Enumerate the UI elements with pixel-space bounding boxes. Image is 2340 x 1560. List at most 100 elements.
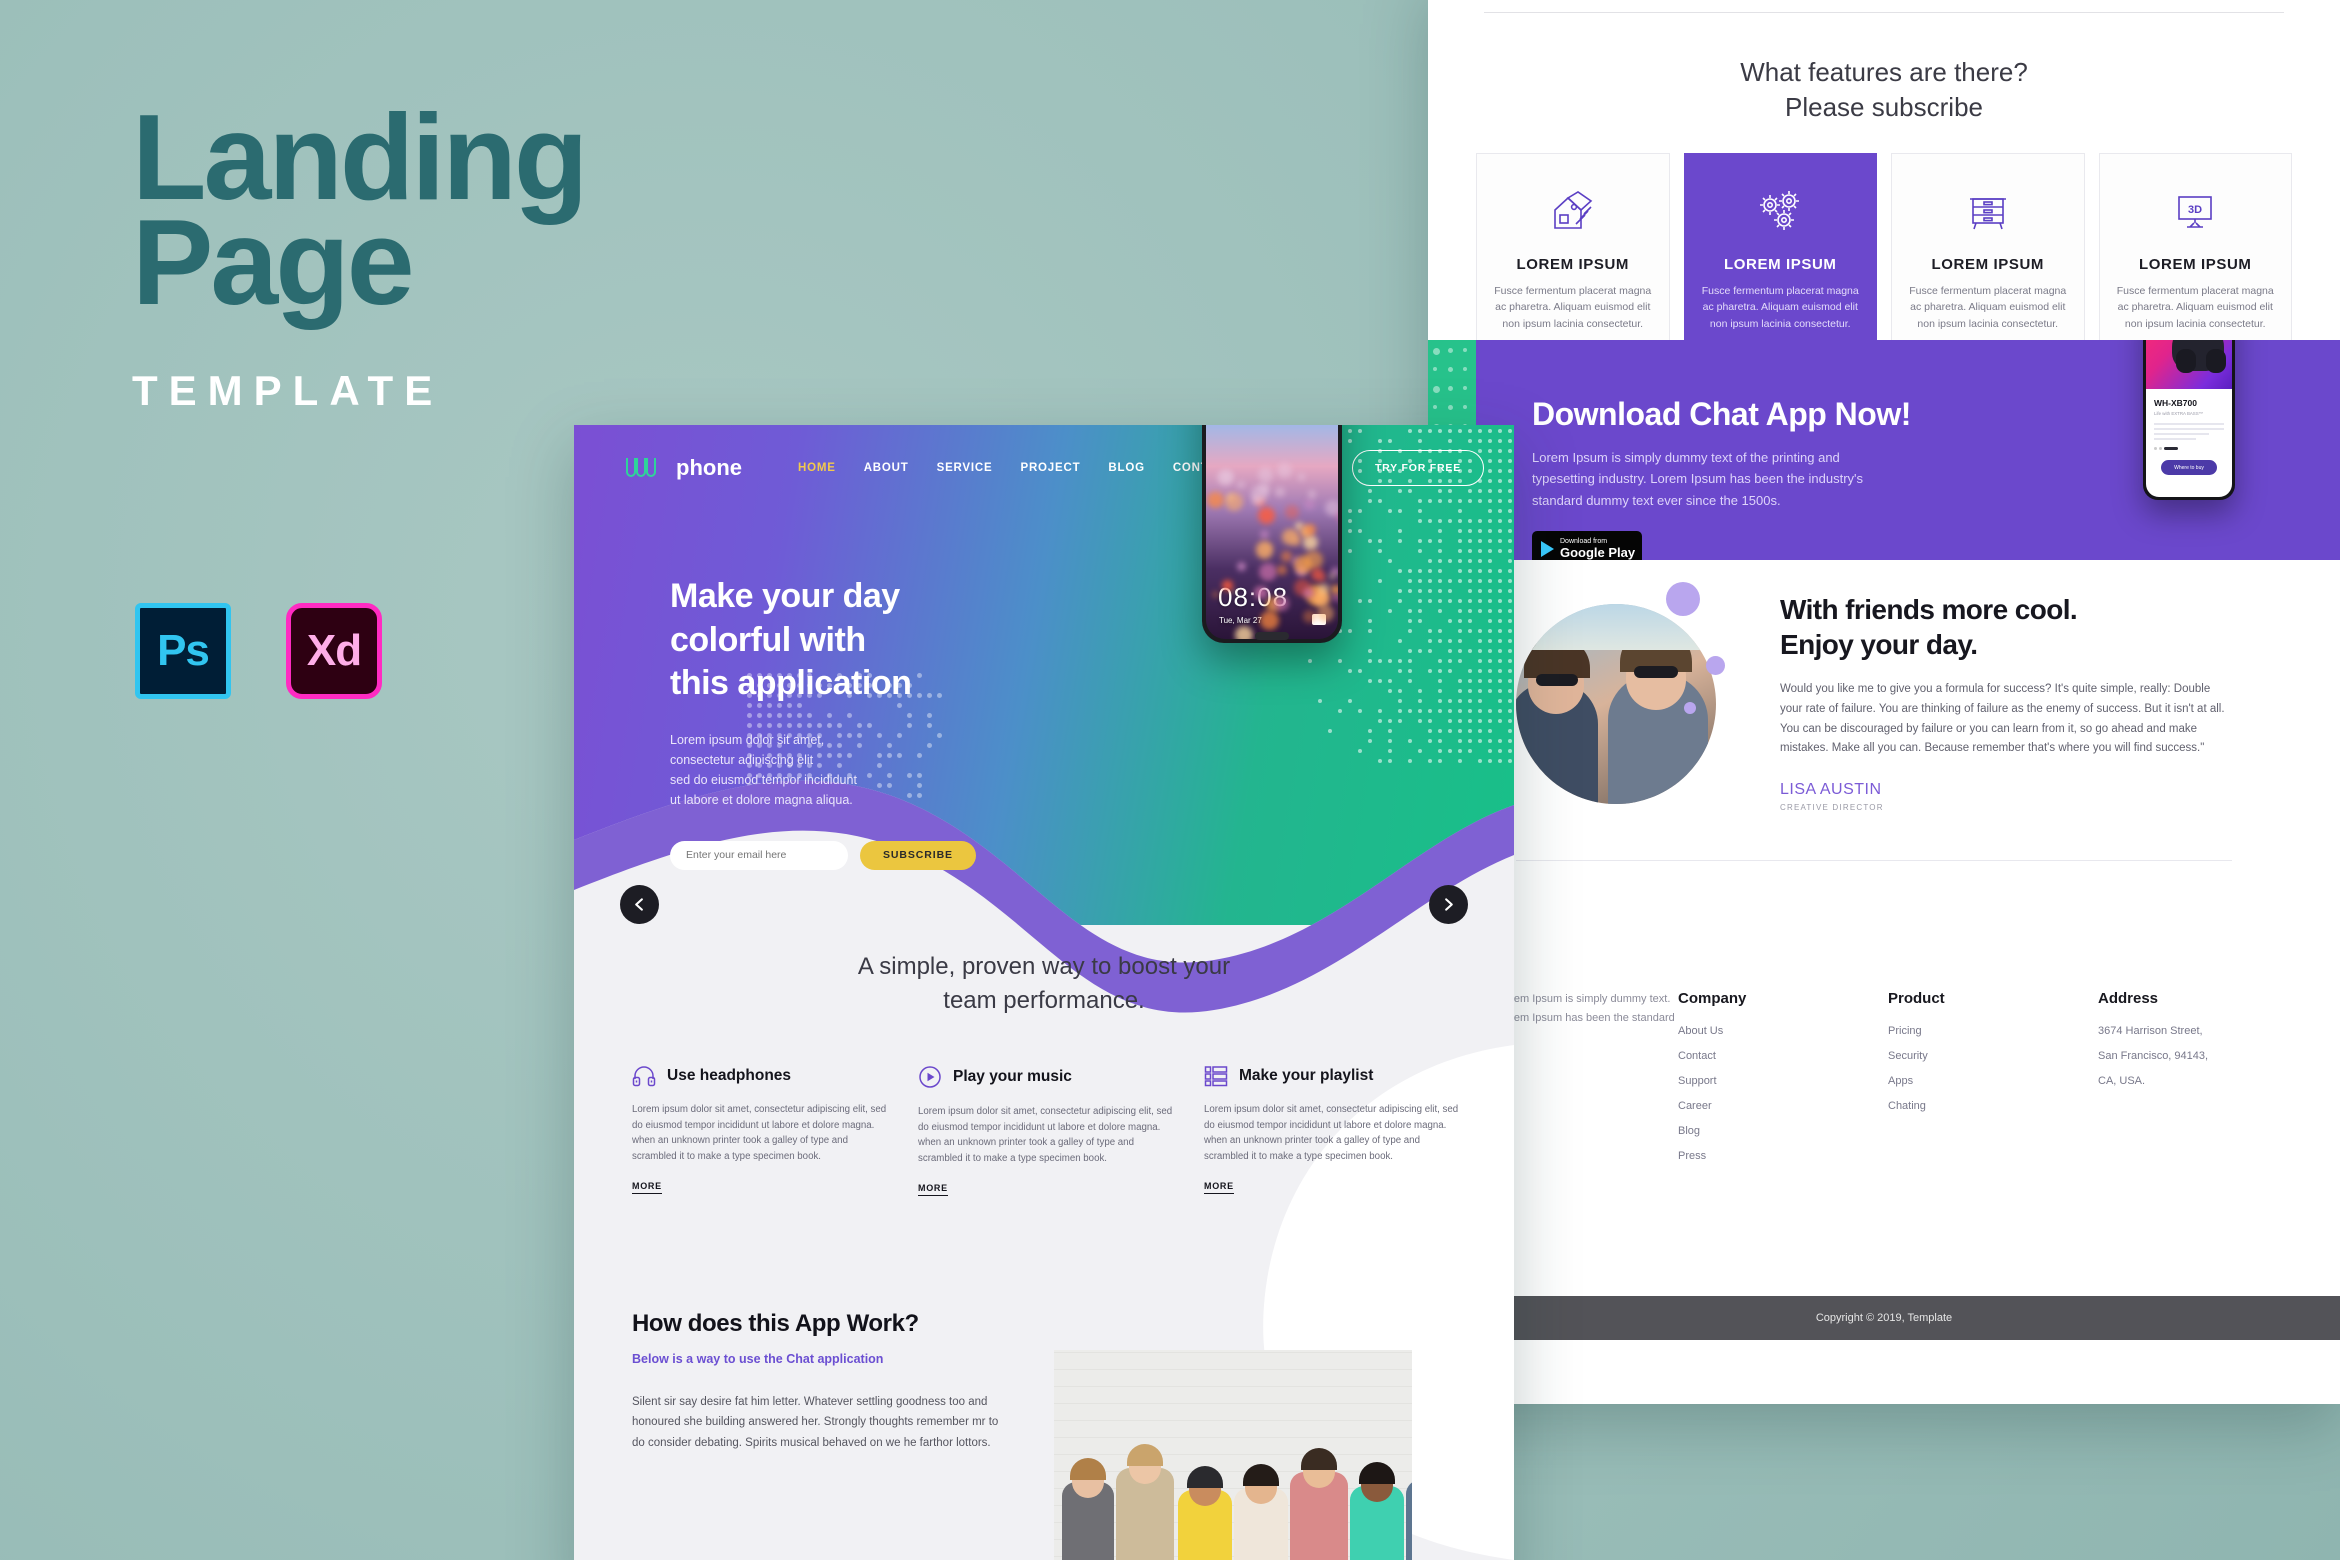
phone-lockscreen-date: Tue, Mar 27 [1219,616,1262,625]
feature-title: Make your playlist [1239,1067,1373,1085]
product-name: WH-XB700 [2154,398,2224,408]
feature-card-title: LOREM IPSUM [2114,256,2278,273]
hero-heading-line1: Make your day [670,577,900,615]
footer-link[interactable]: Career [1678,1100,1888,1112]
store-big-label: Google Play [1560,546,1635,560]
footer-link[interactable]: Pricing [1888,1025,2098,1037]
nav-link-about[interactable]: ABOUT [864,462,909,474]
hero-paragraph-line3: sed do eiusmod tempor incididunt [670,773,857,787]
download-chat-section: Download Chat App Now! Lorem Ipsum is si… [1428,340,2340,560]
footer-link[interactable]: Contact [1678,1050,1888,1062]
features-heading: What features are there? Please subscrib… [1428,55,2340,125]
feature-text: Lorem ipsum dolor sit amet, consectetur … [632,1102,890,1165]
footer-brand: Lorem Ipsum is simply dummy text. Lorem … [1498,990,1678,1175]
testimonial-divider [1516,860,2232,861]
footer-link[interactable]: Apps [1888,1075,2098,1087]
team-photo [1054,1350,1412,1560]
footer-link[interactable]: Security [1888,1050,2098,1062]
google-play-icon [1541,541,1554,557]
play-circle-icon [918,1065,942,1089]
navbar: phone HOME ABOUT SERVICE PROJECT BLOG CO… [624,450,1484,486]
address-line3: CA, USA. [2098,1075,2328,1087]
hero-phone-mockup: 08:08 Tue, Mar 27 [1202,425,1342,643]
testimonial-section: With friends more cool. Enjoy your day. … [1428,560,2340,928]
feature-card-title: LOREM IPSUM [1906,256,2070,273]
right-mockup-panel: What features are there? Please subscrib… [1428,0,2340,1404]
feature-card-text: Fusce fermentum placerat magna ac pharet… [2114,283,2278,332]
playlist-icon [1204,1065,1228,1087]
headphones-icon [632,1065,656,1087]
hero-heading-line3: this application [670,664,911,702]
feature-list: Use headphones Lorem ipsum dolor sit ame… [632,1065,1462,1196]
hero-heading-line2: colorful with [670,621,866,659]
feature-more-link[interactable]: MORE [918,1183,948,1196]
footer-link[interactable]: Blog [1678,1125,1888,1137]
section-heading-line1: A simple, proven way to boost your [858,953,1230,980]
feature-item: Play your music Lorem ipsum dolor sit am… [918,1065,1176,1196]
feature-header: Use headphones [632,1065,890,1087]
copyright-bar: Copyright © 2019, Template [1428,1296,2340,1340]
footer-link[interactable]: Chating [1888,1100,2098,1112]
chevron-left-icon [632,897,647,912]
footer-link[interactable]: Press [1678,1150,1888,1162]
footer-column-address: Address 3674 Harrison Street, San Franci… [2098,990,2328,1175]
decorative-dot-medium [1706,656,1725,675]
feature-more-link[interactable]: MORE [632,1181,662,1194]
feature-card-text: Fusce fermentum placerat magna ac pharet… [1906,283,2070,332]
testimonial-copy: With friends more cool. Enjoy your day. … [1780,592,2232,812]
footer-column-company: Company About Us Contact Support Career … [1678,990,1888,1175]
feature-text: Lorem ipsum dolor sit amet, consectetur … [1204,1102,1462,1165]
feature-more-link[interactable]: MORE [1204,1181,1234,1194]
carousel-prev-button[interactable] [620,885,659,924]
carousel-next-button[interactable] [1429,885,1468,924]
adobe-xd-logo: Xd [286,603,382,699]
google-play-label: Download from Google Play [1560,538,1635,560]
footer-column-product: Product Pricing Security Apps Chating [1888,990,2098,1175]
footer-link[interactable]: About Us [1678,1025,1888,1037]
brand-name: phone [676,455,742,481]
footer-column-heading: Company [1678,990,1888,1007]
nav-link-blog[interactable]: BLOG [1108,462,1144,474]
nav-link-service[interactable]: SERVICE [937,462,993,474]
testimonial-heading-line1: With friends more cool. [1780,594,2077,625]
google-play-badge[interactable]: Download from Google Play [1532,531,1642,560]
subscribe-button[interactable]: SUBSCRIBE [860,841,976,870]
3d-monitor-icon: 3D [2114,180,2278,242]
footer-columns: Lorem Ipsum is simply dummy text. Lorem … [1428,928,2340,1175]
feature-title: Use headphones [667,1067,791,1085]
nav-link-project[interactable]: PROJECT [1020,462,1080,474]
section-heading: A simple, proven way to boost your team … [574,950,1514,1018]
hero-paragraph: Lorem ipsum dolor sit amet, consectetur … [670,730,1070,811]
try-for-free-button[interactable]: TRY FOR FREE [1352,450,1484,486]
panel-divider [1484,12,2284,13]
promo-title-line2: Page [132,194,412,330]
footer-column-heading: Address [2098,990,2328,1007]
hero-paragraph-line2: consectetur adipiscing elit [670,753,813,767]
testimonial-role: CREATIVE DIRECTOR [1780,803,2232,812]
brand-logo[interactable]: phone [624,455,742,481]
product-tagline: Life with EXTRA BASS™ [2154,411,2224,416]
features-heading-line1: What features are there? [1428,55,2340,90]
adobe-app-badges: Ps Xd [135,603,382,699]
email-input[interactable] [670,841,848,870]
promo-block: Landing Page TEMPLATE [132,105,752,415]
dresser-icon [1906,180,2070,242]
nav-link-home[interactable]: HOME [798,462,836,474]
logo-mark-icon [624,455,664,481]
hero-heading: Make your day colorful with this applica… [670,575,1070,706]
address-line2: San Francisco, 94143, [2098,1050,2328,1062]
chevron-right-icon [1441,897,1456,912]
feature-card-title: LOREM IPSUM [1699,256,1863,273]
footer-link[interactable]: Support [1678,1075,1888,1087]
gears-icon [1699,180,1863,242]
testimonial-heading: With friends more cool. Enjoy your day. [1780,592,2232,662]
hero-paragraph-line4: ut labore et dolore magna aliqua. [670,793,853,807]
where-to-buy-button[interactable]: Where to buy [2161,460,2217,475]
testimonial-heading-line2: Enjoy your day. [1780,629,1977,660]
promo-title: Landing Page [132,105,752,315]
photoshop-logo: Ps [135,603,231,699]
feature-card-title: LOREM IPSUM [1491,256,1655,273]
landing-page-mockup: phone HOME ABOUT SERVICE PROJECT BLOG CO… [574,425,1514,1560]
feature-header: Make your playlist [1204,1065,1462,1087]
subscribe-form: SUBSCRIBE [670,841,1070,870]
